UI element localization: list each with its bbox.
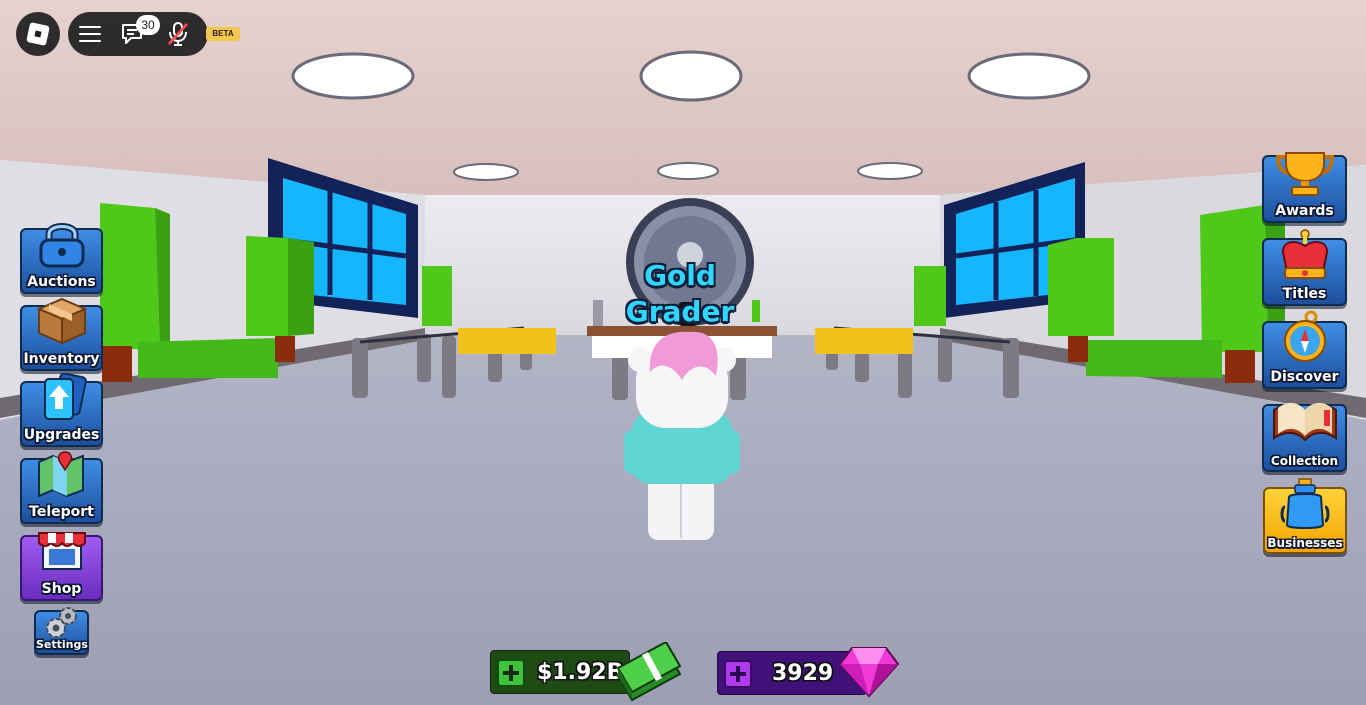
cash-amount: $1.92B [537, 660, 624, 685]
settings-label: Settings [36, 638, 88, 651]
inventory-button[interactable]: Inventory [20, 297, 103, 371]
auctions-button[interactable]: Auctions [20, 223, 103, 294]
roblox-logo-icon [26, 22, 50, 46]
businesses-label: Businesses [1267, 536, 1343, 550]
awards-label: Awards [1275, 203, 1334, 219]
gems-amount: 3929 [772, 661, 834, 686]
map-icon [37, 451, 84, 498]
pink-gem-icon [838, 647, 900, 698]
yellow-display-right [815, 328, 913, 354]
teleport-button[interactable]: Teleport [20, 451, 103, 524]
discover-button[interactable]: Discover [1262, 310, 1347, 389]
bottle-icon [1280, 478, 1330, 529]
yellow-display-left [458, 328, 556, 354]
teleport-label: Teleport [29, 504, 94, 520]
ceiling-light [967, 52, 1091, 100]
roblox-menu-button[interactable] [16, 12, 60, 56]
mic-toggle[interactable] [156, 12, 200, 56]
ceiling-light [639, 50, 743, 102]
ceiling-light [291, 52, 415, 100]
gears-icon [45, 607, 77, 638]
discover-label: Discover [1270, 369, 1339, 385]
cash-stack-icon [616, 642, 682, 702]
upgrades-button[interactable]: Upgrades [20, 373, 103, 447]
collection-button[interactable]: Collection [1262, 402, 1347, 472]
ceiling-light [453, 163, 519, 181]
inventory-label: Inventory [23, 351, 100, 367]
system-toolbar: 30 [68, 12, 208, 56]
menu-button[interactable] [68, 12, 112, 56]
collection-label: Collection [1270, 454, 1339, 468]
compass-icon [1283, 310, 1326, 362]
settings-button[interactable]: Settings [34, 607, 89, 655]
cash-display: $1.92B [490, 650, 630, 694]
ceiling-light [857, 162, 923, 180]
titles-label: Titles [1282, 286, 1327, 302]
ceiling-light [657, 162, 719, 180]
mic-muted-icon [168, 22, 188, 46]
npc-nameplate: Gold Grader [625, 259, 735, 328]
upgrade-cards-icon [43, 373, 87, 420]
upgrades-label: Upgrades [23, 427, 100, 443]
padlock-icon [39, 223, 84, 268]
game-viewport[interactable] [0, 0, 1366, 705]
add-cash-button[interactable] [497, 659, 525, 687]
shop-stall-icon [37, 532, 86, 570]
trophy-icon [1275, 152, 1334, 196]
awards-button[interactable]: Awards [1262, 152, 1347, 223]
voice-beta-badge: BETA [206, 27, 240, 41]
add-gems-button[interactable] [724, 660, 752, 688]
titles-button[interactable]: Titles [1262, 229, 1347, 306]
auctions-label: Auctions [27, 274, 96, 290]
hamburger-icon [79, 26, 101, 42]
businesses-button[interactable]: Businesses [1263, 478, 1347, 554]
box-icon [35, 297, 88, 345]
book-icon [1272, 402, 1337, 442]
crown-icon [1281, 229, 1328, 279]
shop-label: Shop [41, 581, 82, 597]
shop-button[interactable]: Shop [20, 532, 103, 601]
chat-button[interactable]: 30 [112, 12, 160, 56]
